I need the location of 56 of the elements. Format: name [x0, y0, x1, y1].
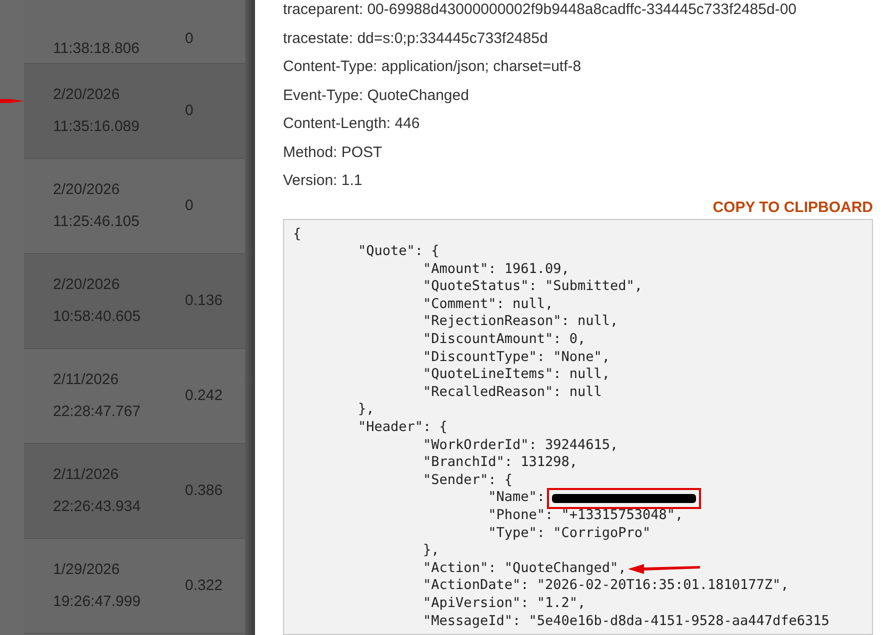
code-line: "Comment": null,	[422, 296, 554, 314]
log-value: 0.136	[185, 291, 223, 311]
log-value: 0	[185, 101, 194, 121]
code-line: "QuoteLineItems": null,	[422, 366, 610, 384]
code-line: },	[357, 401, 374, 420]
log-time: 22:28:47.767	[53, 402, 142, 422]
code-line: "RejectionReason": null,	[422, 313, 618, 332]
pointer-arrow-icon	[0, 96, 24, 106]
log-date: 2/11/2026	[53, 370, 120, 390]
code-line: "ApiVersion": "1.2",	[422, 594, 586, 613]
code-line: "DiscountAmount": 0,	[422, 331, 586, 349]
log-value: 0.322	[185, 576, 223, 596]
pointer-arrow-icon	[628, 562, 700, 575]
log-time: 19:26:47.999	[53, 592, 142, 612]
header-line: traceparent: 00-69988d43000000002f9b9448a8cadffc-334445c733f2485d-00	[283, 0, 798, 20]
code-line: "Type": "CorrigoPro"	[487, 524, 651, 542]
log-date: 2/11/2026	[53, 465, 120, 485]
code-line: "Amount": 1961.09,	[422, 260, 570, 278]
log-time: 11:35:16.089	[53, 117, 140, 137]
code-line: "ActionDate": "2026-02-20T16:35:01.1810177Z",	[422, 577, 789, 595]
header-line: Method: POST	[283, 142, 384, 162]
code-line: "Header": {	[357, 419, 448, 437]
log-time: 11:38:18.806	[53, 39, 140, 59]
code-line: "Phone": "+13315753048",	[487, 507, 684, 525]
log-time: 10:58:40.605	[53, 307, 142, 327]
code-line: "Action": "QuoteChanged",	[422, 560, 626, 578]
log-time: 22:26:43.934	[53, 497, 142, 517]
log-row[interactable]: 2/20/2026 11:35:16.089 0	[24, 64, 245, 159]
log-date: 2/20/2026	[53, 275, 121, 295]
code-line: "WorkOrderId": 39244615,	[422, 436, 618, 454]
log-date: 2/20/2026	[53, 180, 121, 200]
log-value: 0	[185, 29, 194, 49]
code-line: "DiscountType": "None",	[422, 348, 610, 366]
copy-to-clipboard-link[interactable]: COPY TO CLIPBOARD	[712, 198, 873, 216]
code-line: "MessageId": "5e40e16b-d8da-4151-9528-aa447dfe6315	[422, 612, 830, 630]
header-line: tracestate: dd=s:0;p:334445c733f2485d	[283, 28, 549, 48]
code-line: {	[293, 226, 302, 244]
header-line: Content-Type: application/json; charset=utf-8	[283, 57, 582, 77]
header-line: Version: 1.1	[283, 171, 364, 191]
code-line: "Sender": {	[422, 472, 512, 490]
header-line: Content-Length: 446	[283, 114, 421, 134]
log-value: 0	[185, 196, 194, 216]
code-line: "QuoteStatus": "Submitted",	[422, 278, 642, 296]
log-time: 11:25:46.105	[53, 212, 140, 232]
code-line: },	[422, 542, 440, 560]
code-line: "RecalledReason": null	[422, 384, 602, 402]
log-row[interactable]: 2/11/2026 22:26:43.934 0.386	[24, 444, 245, 539]
code-line: "Name":	[487, 489, 545, 507]
header-line: Event-Type: QuoteChanged	[283, 86, 470, 106]
code-line: "BranchId": 131298,	[422, 454, 578, 472]
log-row[interactable]: 2/20/2026 10:58:40.605 0.136	[24, 254, 245, 349]
code-line: "Quote": {	[357, 243, 440, 261]
log-value: 0.242	[185, 386, 223, 406]
log-value: 0.386	[185, 481, 223, 501]
log-date: 2/20/2026	[53, 85, 121, 105]
log-date: 1/29/2026	[53, 560, 121, 580]
